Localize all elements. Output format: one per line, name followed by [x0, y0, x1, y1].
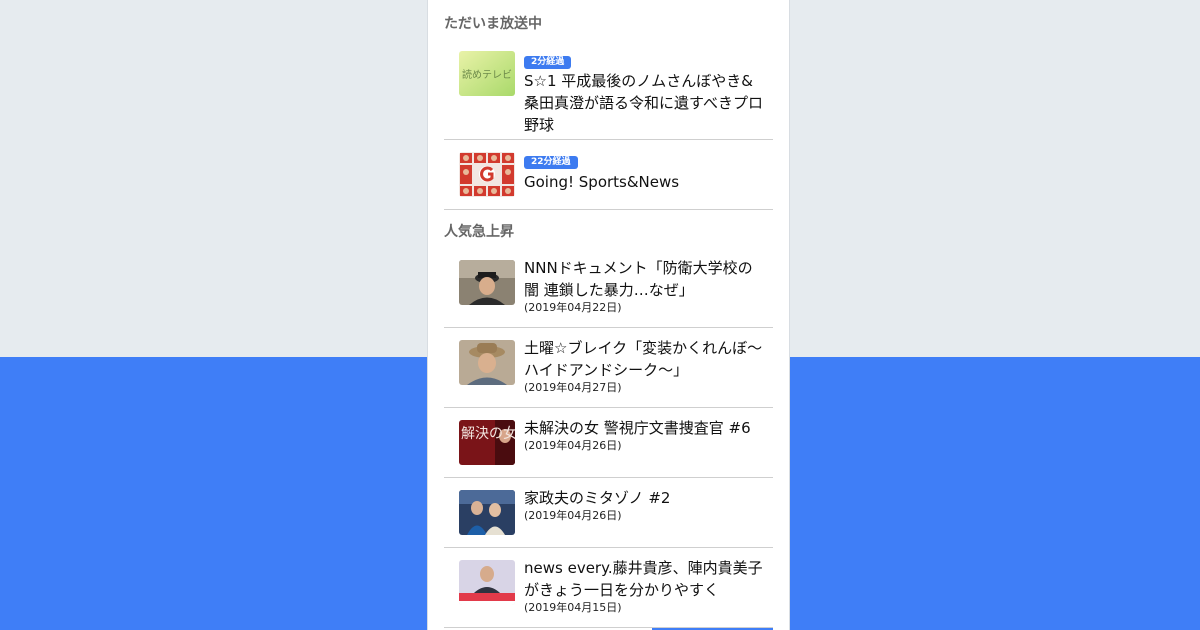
- live-section-title: ただいま放送中: [444, 16, 542, 32]
- drama-scene-thumbnail: [459, 490, 515, 535]
- broadcast-date: (2019年04月15日): [524, 601, 622, 614]
- broadcast-date: (2019年04月26日): [524, 439, 622, 452]
- going-sports-news-thumbnail: [459, 152, 515, 197]
- poster-lettering: 解決の女: [461, 425, 515, 442]
- broadcast-date: (2019年04月27日): [524, 381, 622, 394]
- program-title: 未解決の女 警視庁文書捜査官 #6: [524, 419, 751, 437]
- drama-poster-thumbnail: 解決の女: [459, 420, 515, 465]
- program-title: NNNドキュメント「防衛大学校の闇 連鎖した暴力…なぜ」: [524, 259, 753, 299]
- news-anchor-thumbnail: [459, 560, 515, 605]
- trending-program-item[interactable]: 土曜☆ブレイク「変装かくれんぼ～ハイドアンドシーク～」 (2019年04月27日…: [444, 328, 773, 408]
- live-program-item[interactable]: 読めテレビ 2分経過 S☆1 平成最後のノムさんぼやき&桑田真澄が語る令和に遺す…: [444, 38, 773, 140]
- trending-section-title: 人気急上昇: [444, 224, 514, 240]
- trending-program-item[interactable]: 解決の女 未解決の女 警視庁文書捜査官 #6 (2019年04月26日): [444, 408, 773, 478]
- live-program-item[interactable]: 22分経過 Going! Sports&News: [444, 140, 773, 210]
- program-title: Going! Sports&News: [524, 173, 680, 191]
- man-in-hat-thumbnail: [459, 340, 515, 385]
- broadcast-date: (2019年04月26日): [524, 509, 622, 522]
- program-title: 家政夫のミタゾノ #2: [524, 489, 671, 507]
- program-list-panel: ただいま放送中 読めテレビ 2分経過 S☆1 平成最後のノムさんぼやき&桑田真澄…: [427, 0, 790, 630]
- broadcast-date: (2019年04月22日): [524, 301, 622, 314]
- elapsed-badge: 2分経過: [524, 56, 572, 69]
- program-title: S☆1 平成最後のノムさんぼやき&桑田真澄が語る令和に遺すべきプロ野球: [524, 72, 763, 134]
- elapsed-badge: 22分経過: [524, 156, 578, 169]
- cadet-portrait-thumbnail: [459, 260, 515, 305]
- program-title: news every.藤井貴彦、陣内貴美子がきょう一日を分かりやすく: [524, 559, 763, 599]
- yometeru-tv-logo-thumbnail: 読めテレビ: [459, 51, 515, 96]
- program-title: 土曜☆ブレイク「変装かくれんぼ～ハイドアンドシーク～」: [524, 339, 763, 379]
- trending-program-item[interactable]: news every.藤井貴彦、陣内貴美子がきょう一日を分かりやすく (2019…: [444, 548, 773, 628]
- trending-program-item[interactable]: 家政夫のミタゾノ #2 (2019年04月26日): [444, 478, 773, 548]
- svg-text:読めテレビ: 読めテレビ: [462, 68, 512, 81]
- trending-program-item[interactable]: NNNドキュメント「防衛大学校の闇 連鎖した暴力…なぜ」 (2019年04月22…: [444, 248, 773, 328]
